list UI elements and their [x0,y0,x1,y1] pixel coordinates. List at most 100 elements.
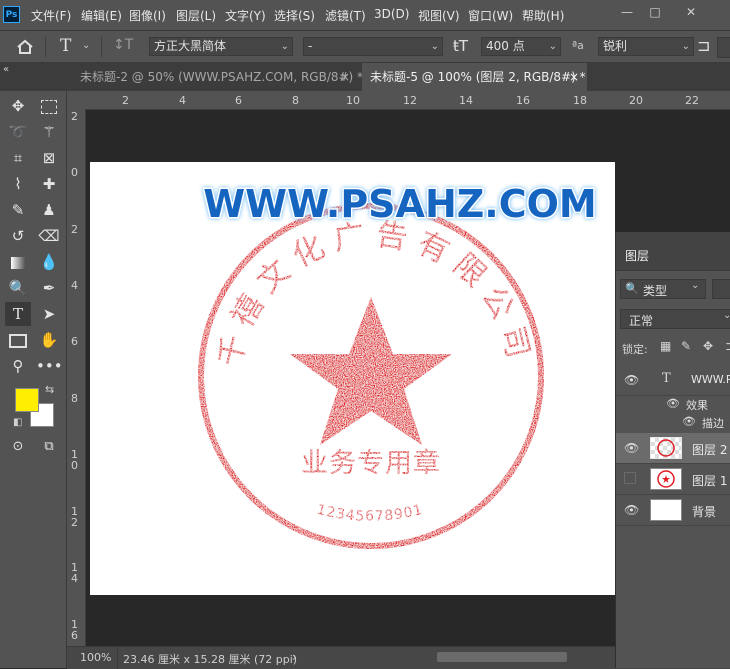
seal-star [290,297,452,445]
tab-close-icon[interactable]: × [569,63,579,91]
frame-tool-icon[interactable]: ⊠ [36,146,62,170]
tab-untitled-2[interactable]: 未标题-2 @ 50% (WWW.PSAHZ.COM, RGB/8#) * × [72,63,364,91]
antialias-value: 锐利 [603,39,628,53]
ruler-tick: 2 [71,110,78,123]
zoom-tool-icon[interactable]: ⚲ [5,354,31,378]
foreground-color-swatch[interactable] [15,388,39,412]
chevron-down-icon[interactable]: ⌄ [82,40,90,51]
ruler-tick: 12 [403,94,417,107]
tab-close-icon[interactable]: × [340,63,350,91]
menu-filter[interactable]: 滤镜(T) [325,7,366,24]
layers-panel-title[interactable]: 图层 [625,247,649,264]
lock-artboard-icon[interactable]: ⊐ [725,339,730,353]
website-heading: WWW.PSAHZ.COM [203,182,597,226]
layer-filter-select[interactable]: 🔍 类型 ⌄ [620,279,706,299]
marquee-tool-icon[interactable] [36,94,62,118]
align-left-icon[interactable]: ⊐ [697,36,710,55]
crop-tool-icon[interactable]: ⌗ [5,146,31,170]
home-icon[interactable] [16,39,34,55]
tab-label: 未标题-2 @ 50% (WWW.PSAHZ.COM, RGB/8#) * [80,70,364,84]
chevron-down-icon: ⌄ [723,310,730,321]
layer-row-text[interactable]: 👁 T WWW.P [616,365,730,396]
ruler-tick: 6 [235,94,242,107]
menu-edit[interactable]: 编辑(E) [81,7,122,24]
layer-stroke-effect-row[interactable]: 👁 描边 [616,413,730,431]
menu-select[interactable]: 选择(S) [274,7,315,24]
ruler-tick: 14 [459,94,473,107]
layer-thumbnail [650,468,682,490]
type-tool-icon[interactable]: T [5,302,31,326]
quick-mask-icon[interactable]: ⊙ [5,435,31,459]
visibility-eye-icon[interactable]: 👁 [666,397,680,411]
type-tool-icon[interactable]: T [60,36,71,56]
blur-tool-icon[interactable]: 💧 [36,250,62,274]
swap-colors-icon[interactable]: ⇆ [45,383,54,396]
history-brush-icon[interactable]: ↺ [5,224,31,248]
menu-type[interactable]: 文字(Y) [225,7,266,24]
font-style-select[interactable]: - ⌄ [303,37,443,56]
layer-row-background[interactable]: 👁 背景 [616,495,730,526]
visibility-toggle-off[interactable] [624,472,636,484]
magic-wand-icon[interactable]: ⚚ [36,120,62,144]
clone-stamp-icon[interactable]: ♟ [36,198,62,222]
menu-view[interactable]: 视图(V) [418,7,460,24]
hand-tool-icon[interactable]: ✋ [36,328,62,352]
more-tools-icon[interactable]: ••• [36,354,63,378]
panel-header: 图层 [616,232,730,271]
tab-untitled-5[interactable]: 未标题-5 @ 100% (图层 2, RGB/8#) * × [362,63,587,91]
gradient-tool-icon[interactable] [5,250,31,274]
visibility-eye-icon[interactable]: 👁 [624,503,639,517]
brush-tool-icon[interactable]: ✎ [5,198,31,222]
menu-window[interactable]: 窗口(W) [468,7,513,24]
antialias-select[interactable]: 锐利 ⌄ [598,37,694,56]
layer-row-layer-2[interactable]: 👁 图层 2 [616,433,730,464]
healing-brush-icon[interactable]: ✚ [36,172,62,196]
chevron-down-icon: ⌄ [280,41,289,52]
font-size-select[interactable]: 400 点 ⌄ [481,37,561,56]
path-selection-icon[interactable]: ➤ [36,302,62,326]
menu-image[interactable]: 图像(I) [129,7,166,24]
visibility-eye-icon[interactable]: 👁 [624,373,639,387]
lock-pixels-icon[interactable]: ✎ [681,339,691,353]
blend-mode-select[interactable]: 正常 ⌄ [620,309,730,329]
layer-effects-row[interactable]: 👁 效果 [616,395,730,413]
filter-image-icon[interactable] [712,279,730,299]
layer-row-layer-1[interactable]: 图层 1 [616,464,730,495]
text-orientation-icon[interactable]: ↕T [113,37,133,53]
default-colors-icon[interactable]: ◧ [13,417,22,428]
screen-mode-icon[interactable]: ⧉ [36,435,62,459]
minimize-button[interactable]: — [617,3,637,21]
font-family-select[interactable]: 方正大黑简体 ⌄ [149,37,293,56]
options-bar: T ⌄ ↕T 方正大黑简体 ⌄ - ⌄ ŧT 400 点 ⌄ ªa 锐利 ⌄ ⊐ [0,31,730,63]
pen-tool-icon[interactable]: ✒ [36,276,62,300]
menu-layer[interactable]: 图层(L) [176,7,216,24]
lock-position-icon[interactable]: ✥ [703,339,713,353]
photoshop-logo[interactable]: Ps [3,6,20,23]
visibility-eye-icon[interactable]: 👁 [682,415,696,429]
maximize-button[interactable]: □ [645,3,665,21]
menu-3d[interactable]: 3D(D) [374,7,409,21]
status-menu-icon[interactable]: › [292,650,297,664]
move-tool-icon[interactable]: ✥ [5,94,31,118]
font-size-icon: ŧT [453,37,469,55]
menu-file[interactable]: 文件(F) [31,7,71,24]
lasso-tool-icon[interactable]: ➰ [5,120,31,144]
menu-help[interactable]: 帮助(H) [522,7,564,24]
visibility-eye-icon[interactable]: 👁 [624,441,639,455]
status-separator [117,647,118,669]
eraser-icon[interactable]: ⌫ [36,224,62,248]
ruler-tick: 16 [516,94,530,107]
zoom-level[interactable]: 100% [80,651,111,664]
options-separator [101,37,102,57]
collapse-toolbar-icon[interactable]: « [3,64,9,75]
rectangle-tool-icon[interactable] [5,328,31,352]
ruler-tick: 22 [685,94,699,107]
dodge-tool-icon[interactable]: 🔍 [5,276,31,300]
horizontal-scrollbar[interactable] [437,652,567,662]
lock-transparency-icon[interactable]: ▦ [660,339,671,353]
align-menu[interactable] [717,37,730,58]
close-button[interactable]: ✕ [681,3,701,21]
tools-panel: ✥ ➰ ⚚ ⌗ ⊠ ⌇ ✚ ✎ ♟ ↺ ⌫ 💧 🔍 ✒ T ➤ ✋ ⚲ ••• … [0,91,67,668]
eyedropper-icon[interactable]: ⌇ [5,172,31,196]
layer-thumbnail [650,499,682,521]
